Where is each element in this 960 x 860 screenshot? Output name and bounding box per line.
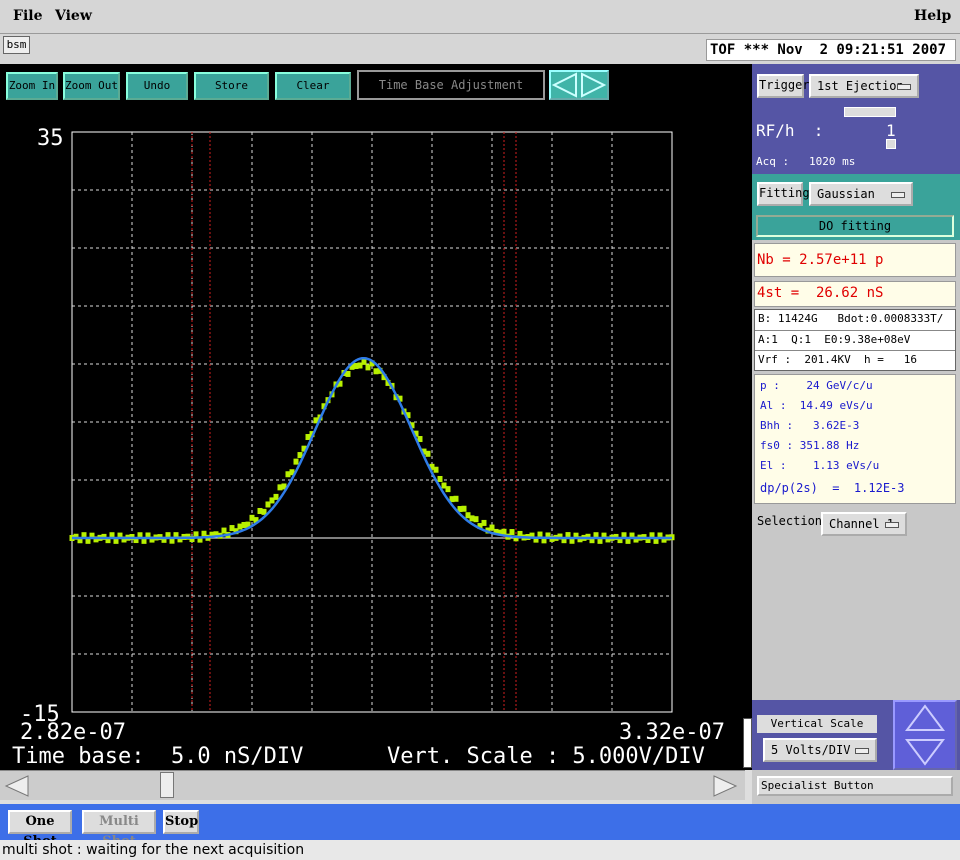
side-gauge xyxy=(743,718,752,768)
left-right-arrows-icon xyxy=(551,72,607,98)
menu-help[interactable]: Help xyxy=(914,8,951,24)
trace-point xyxy=(461,505,467,512)
trace-point xyxy=(509,529,515,536)
trigger-label: Trigger xyxy=(757,74,810,98)
stop-button[interactable]: Stop xyxy=(163,810,199,834)
trace-point xyxy=(445,486,451,493)
menu-view[interactable]: View xyxy=(55,8,92,24)
al-line: Al : 14.49 eVs/u xyxy=(760,399,873,412)
el-line: El : 1.13 eVs/u xyxy=(760,459,880,472)
vertical-scale-label: Vertical Scale xyxy=(757,715,877,733)
bhh-line: Bhh : 3.62E-3 xyxy=(760,419,860,432)
trigger-dropdown[interactable]: 1st Ejection xyxy=(809,74,919,98)
nb-value: Nb = 2.57e+11 p xyxy=(757,252,884,268)
selection-dropdown[interactable]: Channel 1 xyxy=(821,512,907,536)
y-top-label: 35 xyxy=(37,126,64,151)
time-base-label: Time base: 5.0 nS/DIV xyxy=(12,744,304,769)
trace-point xyxy=(453,495,459,502)
clock-display: TOF *** Nov 2 09:21:51 2007 xyxy=(706,39,956,61)
time-base-adjustment: Time Base Adjustment xyxy=(357,70,545,100)
b-line: B: 11424G Bdot:0.0008333T/ xyxy=(758,312,944,325)
vert-scale-label: Vert. Scale : 5.000V/DIV xyxy=(387,744,705,769)
menu-file[interactable]: File xyxy=(13,8,42,24)
rfh-digit-up-arrows[interactable] xyxy=(844,107,896,117)
trace-point xyxy=(361,358,367,365)
rfh-value: 1 xyxy=(886,121,896,140)
horizontal-scrollbar[interactable] xyxy=(0,770,745,800)
plot-grid xyxy=(71,131,673,713)
x-right-label: 3.32e-07 xyxy=(619,720,725,745)
fitting-label: Fitting xyxy=(757,182,810,206)
scroll-thumb[interactable] xyxy=(160,772,174,798)
vscale-stepper[interactable] xyxy=(893,700,957,770)
divider xyxy=(755,330,955,331)
scroll-right-icon[interactable] xyxy=(712,774,738,798)
multi-shot-button[interactable]: Multi Shot xyxy=(82,810,156,849)
acq-time: Acq : 1020 ms xyxy=(756,155,856,168)
rfh-label: RF/h : xyxy=(756,121,824,140)
scroll-left-icon[interactable] xyxy=(4,774,30,798)
trace-point xyxy=(481,519,487,526)
tab-bsm[interactable]: bsm xyxy=(3,36,30,54)
undo-zoom-button[interactable]: Undo Zoom xyxy=(126,72,188,116)
rfh-down-arrow[interactable] xyxy=(886,139,896,149)
do-fitting-button[interactable]: DO fitting xyxy=(756,215,954,237)
x-left-label: 2.82e-07 xyxy=(20,720,126,745)
trace-point xyxy=(425,450,431,457)
vertical-scale-dropdown[interactable]: 5 Volts/DIV xyxy=(763,738,877,762)
fs0-line: fs0 : 351.88 Hz xyxy=(760,439,860,452)
store-trace-button[interactable]: Store Trace xyxy=(194,72,269,116)
trace-point xyxy=(293,458,299,465)
sigma-value: 4st = 26.62 nS xyxy=(757,285,884,301)
selection-label: Selection xyxy=(757,514,823,528)
p-line: p : 24 GeV/c/u xyxy=(760,379,873,392)
status-line: multi shot : waiting for the next acquis… xyxy=(0,840,960,860)
up-down-arrows-icon xyxy=(905,704,945,766)
trace-point xyxy=(437,475,443,482)
menubar: File View Help xyxy=(0,0,960,34)
fitting-dropdown[interactable]: Gaussian xyxy=(809,182,913,206)
trace-point xyxy=(345,370,351,377)
vrf-line: Vrf : 201.4KV h = 16 xyxy=(758,353,917,366)
trace-point xyxy=(273,493,279,500)
zoom-out-button[interactable]: Zoom Out xyxy=(63,72,120,100)
zoom-in-button[interactable]: Zoom In xyxy=(6,72,58,100)
one-shot-button[interactable]: One Shot xyxy=(8,810,72,849)
time-base-arrows[interactable] xyxy=(549,70,609,100)
trace-point xyxy=(473,516,479,523)
waveform-plot xyxy=(69,131,675,713)
clear-trace-button[interactable]: Clear Trace xyxy=(275,72,351,116)
aq-line: A:1 Q:1 E0:9.38e+08eV xyxy=(758,333,911,346)
divider xyxy=(755,350,955,351)
dpp-line: dp/p(2s) = 1.12E-3 xyxy=(760,481,905,495)
specialist-button[interactable]: Specialist Button xyxy=(757,776,953,796)
trace-point xyxy=(433,466,439,473)
